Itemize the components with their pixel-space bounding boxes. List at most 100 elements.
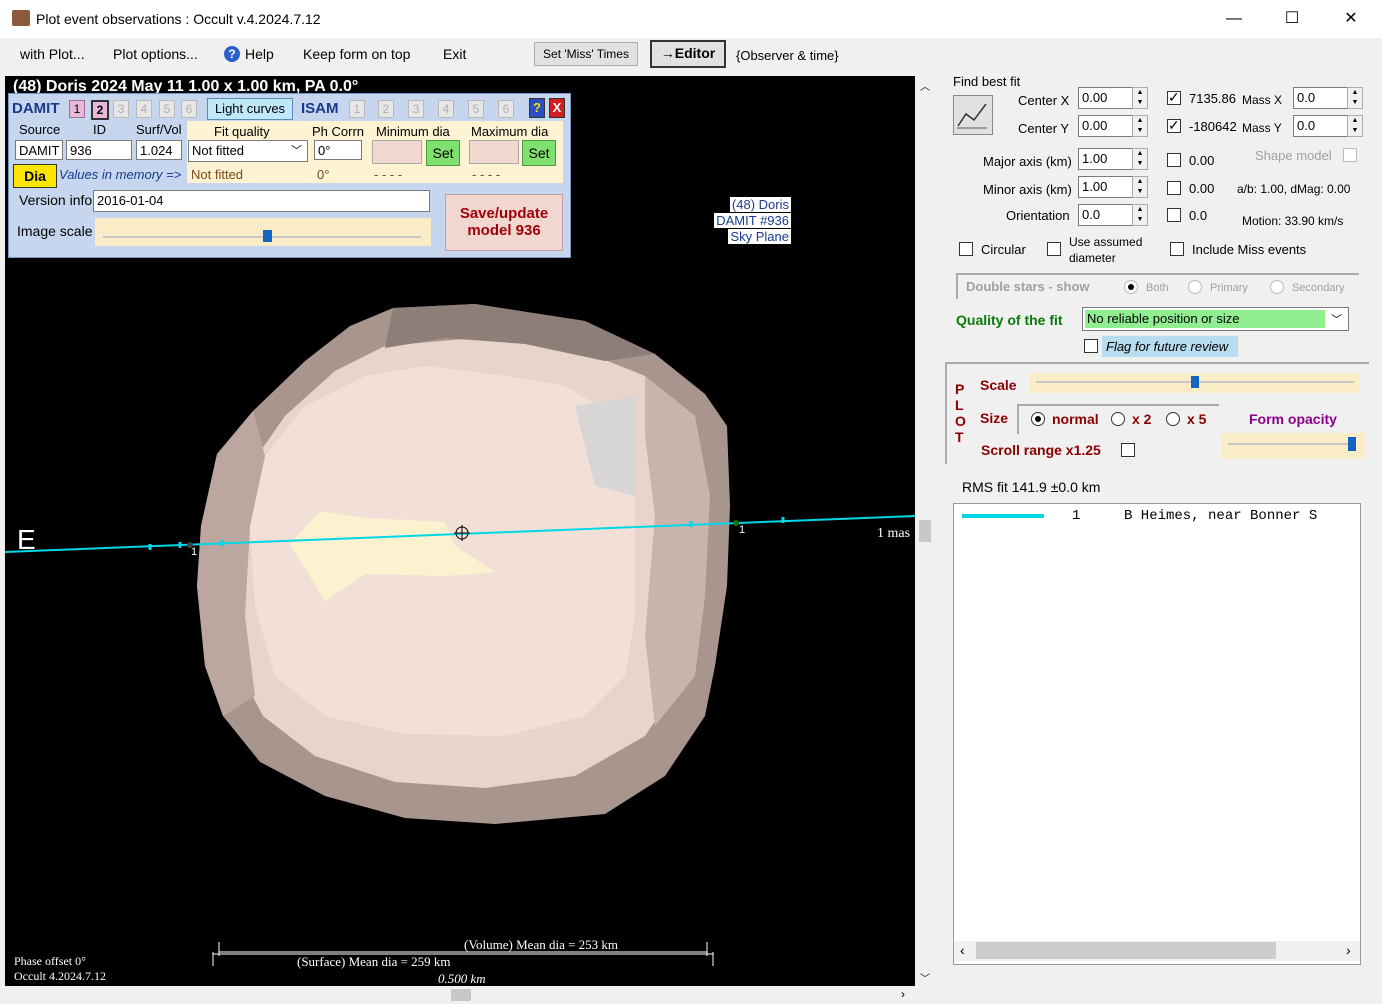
minor-axis-input[interactable]: 1.00 [1078, 176, 1136, 198]
scroll-down-icon[interactable]: ﹀ [920, 970, 930, 985]
center-x-spinner[interactable]: ▲ ▼ [1132, 87, 1148, 109]
version-info-field[interactable]: 2016-01-04 [93, 190, 430, 212]
quality-of-fit-value: No reliable position or size [1087, 311, 1240, 326]
damit-tab-5[interactable]: 5 [159, 100, 175, 118]
id-field[interactable]: 936 [66, 140, 132, 160]
minor-axis-fit-checkbox[interactable] [1167, 181, 1181, 195]
save-update-button[interactable]: Save/update model 936 [445, 194, 563, 251]
scroll-right-icon[interactable]: › [901, 987, 905, 1001]
mass-x-label: Mass X [1242, 93, 1283, 107]
isam-tab-4[interactable]: 4 [438, 100, 454, 118]
scale-slider-thumb[interactable] [1191, 376, 1199, 388]
plot-hscroll[interactable]: › [5, 987, 915, 1004]
damit-tab-4[interactable]: 4 [136, 100, 152, 118]
orientation-input[interactable]: 0.0 [1078, 204, 1136, 226]
list-hscroll[interactable]: ‹ › [954, 941, 1360, 961]
surf-vol-field[interactable]: 1.024 [136, 140, 182, 160]
damit-tab-3[interactable]: 3 [113, 100, 129, 118]
double-secondary-radio[interactable] [1270, 280, 1284, 294]
fit-quality-select[interactable]: Not fitted ﹀ [188, 140, 308, 162]
isam-tab-5[interactable]: 5 [468, 100, 484, 118]
major-axis-fit-value: 0.00 [1189, 153, 1215, 168]
center-y-spinner[interactable]: ▲ ▼ [1132, 115, 1148, 137]
mass-x-checkbox[interactable] [1167, 89, 1181, 106]
ph-corrn-field[interactable]: 0° [314, 140, 362, 160]
size-x5-radio[interactable] [1166, 412, 1180, 426]
app-icon [12, 10, 30, 26]
minimize-button[interactable]: — [1205, 0, 1263, 38]
use-assumed-checkbox[interactable] [1047, 242, 1061, 256]
damit-tab-1[interactable]: 1 [69, 100, 85, 118]
observation-list[interactable]: 1 B Heimes, near Bonner S ‹ › [953, 503, 1361, 965]
major-axis-spinner[interactable]: ▲ ▼ [1132, 148, 1148, 170]
list-item[interactable]: 1 B Heimes, near Bonner S [954, 506, 1360, 526]
mass-y-input[interactable]: 0.0 [1293, 115, 1351, 137]
dia-button[interactable]: Dia [13, 164, 57, 188]
list-hscroll-thumb[interactable] [976, 942, 1276, 959]
menu-with-plot[interactable]: with Plot... [20, 46, 85, 62]
set-miss-times-button[interactable]: Set 'Miss' Times [534, 42, 638, 66]
plot-vscroll-thumb[interactable] [919, 520, 931, 542]
motion-label: Motion: 33.90 km/s [1242, 214, 1344, 228]
scroll-range-checkbox[interactable] [1121, 443, 1135, 457]
isam-tab-1[interactable]: 1 [349, 100, 365, 118]
double-stars-label: Double stars - show [966, 279, 1090, 294]
scroll-up-icon[interactable]: ︿ [920, 78, 930, 93]
mass-y-checkbox[interactable] [1167, 117, 1181, 134]
major-axis-fit-checkbox[interactable] [1167, 153, 1181, 167]
help-icon[interactable]: ? [224, 46, 240, 62]
double-primary-radio[interactable] [1188, 280, 1202, 294]
panel-help-button[interactable]: ? [529, 98, 545, 118]
center-y-input[interactable]: 0.00 [1078, 115, 1136, 137]
image-scale-slider[interactable] [95, 218, 431, 246]
form-opacity-slider[interactable] [1222, 433, 1365, 459]
orientation-fit-checkbox[interactable] [1167, 208, 1181, 222]
flag-review-checkbox[interactable] [1084, 339, 1098, 353]
circular-checkbox[interactable] [959, 242, 973, 256]
menu-plot-options[interactable]: Plot options... [113, 46, 198, 62]
light-curves-button[interactable]: Light curves [207, 98, 293, 120]
memory-min-dia: - - - - [374, 167, 403, 182]
isam-tab-2[interactable]: 2 [378, 100, 394, 118]
max-dia-field[interactable] [469, 140, 519, 164]
min-dia-field[interactable] [372, 140, 422, 164]
orientation-spinner[interactable]: ▲ ▼ [1132, 204, 1148, 226]
plot-hscroll-thumb[interactable] [451, 989, 471, 1001]
center-x-input[interactable]: 0.00 [1078, 87, 1136, 109]
menu-keep-on-top[interactable]: Keep form on top [303, 46, 410, 62]
maximize-button[interactable]: ☐ [1263, 0, 1321, 38]
menu-exit[interactable]: Exit [443, 46, 466, 62]
source-field[interactable]: DAMIT [15, 140, 63, 160]
size-normal-radio[interactable] [1031, 412, 1045, 426]
fit-quality-value: Not fitted [192, 143, 245, 158]
size-x2-radio[interactable] [1111, 412, 1125, 426]
editor-button[interactable]: →Editor [650, 40, 726, 68]
quality-of-fit-select[interactable]: No reliable position or size ﹀ [1082, 307, 1349, 331]
menu-help[interactable]: Help [245, 46, 274, 62]
close-button[interactable]: ✕ [1322, 0, 1380, 38]
mass-x-input[interactable]: 0.0 [1293, 87, 1351, 109]
form-opacity-thumb[interactable] [1348, 437, 1356, 451]
scale-slider[interactable] [1030, 373, 1360, 393]
max-dia-set-button[interactable]: Set [522, 140, 556, 166]
minor-axis-spinner[interactable]: ▲ ▼ [1132, 176, 1148, 198]
image-scale-thumb[interactable] [263, 230, 272, 242]
plot-vscroll[interactable]: ︿ ﹀ [917, 76, 934, 986]
shape-model-checkbox[interactable] [1343, 148, 1357, 162]
panel-close-button[interactable]: X [549, 98, 565, 118]
min-dia-set-button[interactable]: Set [426, 140, 460, 166]
damit-tab-6[interactable]: 6 [181, 100, 197, 118]
find-best-fit-button[interactable] [953, 95, 993, 135]
plot-letter-p: P [955, 381, 965, 397]
mass-x-spinner[interactable]: ▲ ▼ [1347, 87, 1363, 109]
scroll-right-icon[interactable]: › [1346, 942, 1351, 958]
isam-tab-3[interactable]: 3 [408, 100, 424, 118]
double-both-radio[interactable] [1124, 280, 1138, 294]
minor-axis-label: Minor axis (km) [983, 182, 1072, 197]
major-axis-input[interactable]: 1.00 [1078, 148, 1136, 170]
isam-tab-6[interactable]: 6 [498, 100, 514, 118]
mass-y-spinner[interactable]: ▲ ▼ [1347, 115, 1363, 137]
scroll-left-icon[interactable]: ‹ [960, 942, 965, 958]
damit-tab-2[interactable]: 2 [91, 100, 109, 120]
include-miss-checkbox[interactable] [1170, 242, 1184, 256]
